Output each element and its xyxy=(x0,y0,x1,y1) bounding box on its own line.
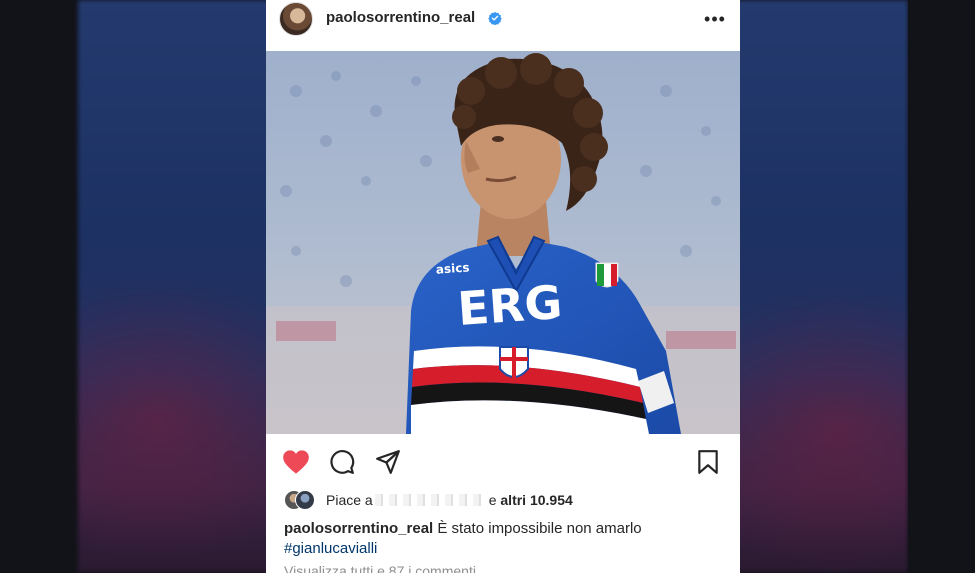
post-photo[interactable]: ERG asics xyxy=(266,51,740,434)
verified-badge-icon xyxy=(488,11,502,25)
likes-and: e xyxy=(488,492,497,508)
heart-filled-icon xyxy=(283,450,309,474)
post-caption: paolosorrentino_real È stato impossibile… xyxy=(284,519,724,559)
like-button[interactable] xyxy=(282,448,310,476)
video-frame: paolosorrentino_real ••• ERG asics Piace… xyxy=(0,0,975,573)
post-header: paolosorrentino_real ••• xyxy=(266,0,740,44)
post-actions-bar xyxy=(266,434,740,490)
view-comments-link[interactable]: Visualizza tutti e 87 i commenti xyxy=(284,563,476,573)
more-options-button[interactable]: ••• xyxy=(704,10,726,28)
bookmark-icon xyxy=(698,450,718,474)
jersey-sponsor-text: ERG xyxy=(456,275,564,336)
right-border xyxy=(908,0,975,573)
profile-avatar[interactable] xyxy=(279,2,313,36)
caption-username[interactable]: paolosorrentino_real xyxy=(284,520,433,537)
post-username[interactable]: paolosorrentino_real xyxy=(326,9,475,26)
instagram-post: paolosorrentino_real ••• ERG asics Piace… xyxy=(266,0,740,573)
left-border xyxy=(0,0,78,573)
share-button[interactable] xyxy=(374,448,402,476)
save-button[interactable] xyxy=(694,448,722,476)
likes-summary[interactable]: Piace a e altri 10.954 xyxy=(284,489,573,511)
likes-count[interactable]: altri 10.954 xyxy=(500,492,572,508)
liked-by-avatars xyxy=(284,490,322,510)
caption-hashtag[interactable]: #gianlucavialli xyxy=(284,539,724,559)
redacted-username xyxy=(374,494,487,506)
comment-button[interactable] xyxy=(328,448,356,476)
likes-prefix: Piace a xyxy=(326,492,373,508)
jersey-brand-text: asics xyxy=(435,260,470,276)
comment-icon xyxy=(330,450,355,474)
liker-avatar xyxy=(295,490,315,510)
send-icon xyxy=(376,450,400,474)
caption-text: È stato impossibile non amarlo xyxy=(437,520,642,537)
player-photo-illustration: ERG asics xyxy=(266,51,740,434)
